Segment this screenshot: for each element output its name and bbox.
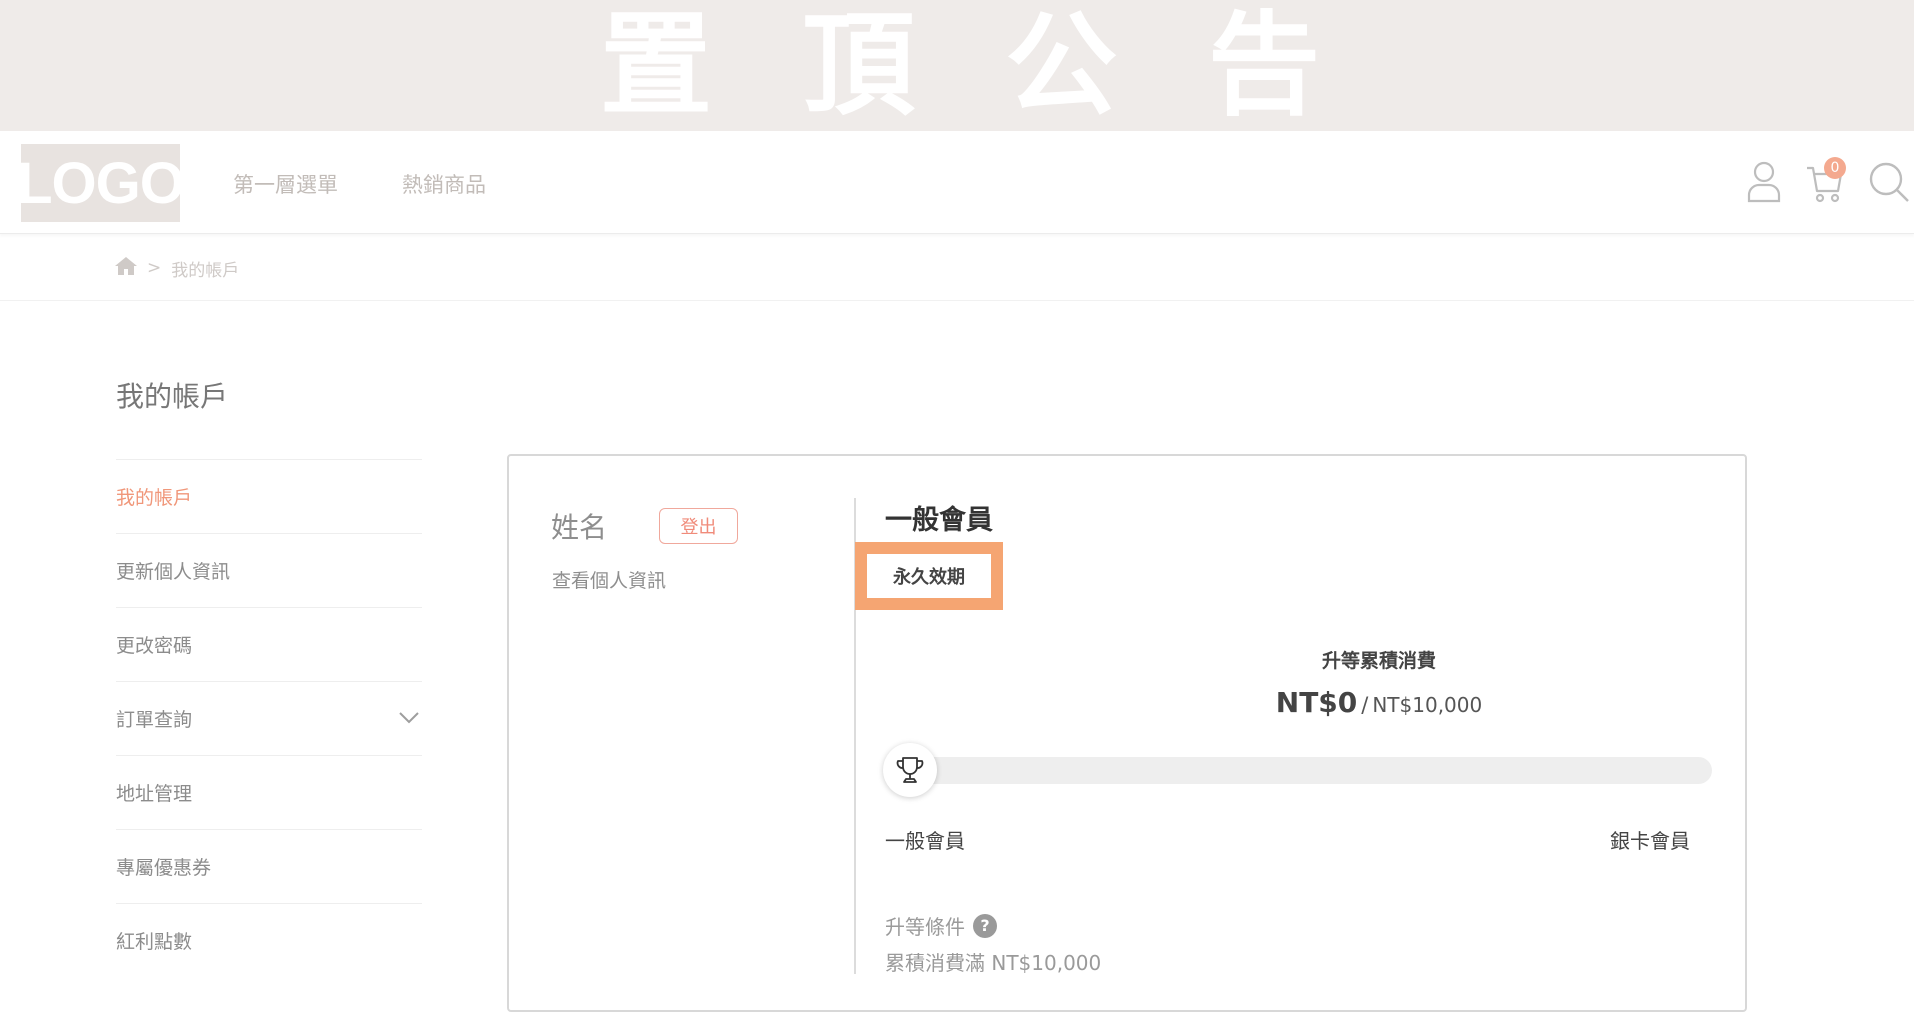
membership-card: 姓名 登出 查看個人資訊 一般會員 永久效期 升等累積消費 NT$0/NT$10… [507,454,1747,1012]
nav-item-best-sellers[interactable]: 熱銷商品 [402,169,486,199]
upgrade-spend-label: 升等累積消費 [1321,650,1436,672]
target-spend: NT$10,000 [1372,693,1483,717]
logout-button[interactable]: 登出 [659,508,738,544]
announcement-char: 置 [600,1,712,131]
breadcrumb-divider [0,300,1914,301]
chevron-down-icon[interactable] [398,708,420,730]
trophy-icon [883,743,937,797]
current-level-label: 一般會員 [885,829,965,853]
user-icon[interactable] [1747,161,1781,207]
sidebar-item-label: 我的帳戶 [116,487,193,509]
view-profile-link[interactable]: 查看個人資訊 [552,566,666,593]
sidebar-item-label: 紅利點數 [116,931,193,953]
sidebar-item-label: 更新個人資訊 [116,561,231,583]
announcement-bar: 置 頂 公 告 [0,0,1914,131]
upgrade-conditions-title: 升等條件 ? [885,911,997,940]
announcement-char: 告 [1207,1,1320,131]
account-sidebar: 我的帳戶 更新個人資訊 更改密碼 訂單查詢 地址管理 專屬優惠券 紅利點數 [116,459,422,977]
home-icon[interactable] [115,256,137,280]
membership-level-title: 一般會員 [885,505,993,536]
sidebar-title: 我的帳戶 [116,380,229,413]
cart-count-badge: 0 [1824,157,1846,179]
member-name: 姓名 [551,511,608,544]
search-icon[interactable] [1868,161,1910,207]
breadcrumb: > 我的帳戶 [115,256,240,281]
sidebar-item-label: 專屬優惠券 [116,857,212,879]
next-level-label: 銀卡會員 [1610,829,1690,853]
sidebar-item-label: 更改密碼 [116,635,193,657]
announcement-char: 公 [1005,1,1118,131]
sidebar-item-my-account[interactable]: 我的帳戶 [116,459,422,533]
breadcrumb-current: 我的帳戶 [171,260,240,281]
upgrade-conditions-label: 升等條件 [885,915,965,939]
breadcrumb-separator: > [147,258,162,278]
nav-item-first-level-menu[interactable]: 第一層選單 [233,169,338,199]
help-icon[interactable]: ? [973,913,997,938]
validity-badge: 永久效期 [867,554,991,598]
sidebar-item-bonus-points[interactable]: 紅利點數 [116,903,422,977]
sidebar-item-label: 地址管理 [116,783,193,805]
sidebar-item-order-inquiry[interactable]: 訂單查詢 [116,681,422,755]
announcement-text: 置 頂 公 告 [600,6,1320,126]
current-spend: NT$0 [1275,686,1358,719]
sidebar-item-exclusive-coupons[interactable]: 專屬優惠券 [116,829,422,903]
sidebar-item-update-profile[interactable]: 更新個人資訊 [116,533,422,607]
sidebar-item-change-password[interactable]: 更改密碼 [116,607,422,681]
validity-highlight: 永久效期 [855,542,1003,610]
announcement-char: 頂 [802,1,915,131]
upgrade-progress-bar [884,757,1712,784]
site-logo[interactable]: LOGO [17,144,185,222]
site-header: LOGO 第一層選單 熱銷商品 0 [0,131,1914,234]
spend-amount: NT$0/NT$10,000 [1109,686,1649,719]
sidebar-item-label: 訂單查詢 [116,709,193,731]
sidebar-item-address-management[interactable]: 地址管理 [116,755,422,829]
upgrade-conditions-description: 累積消費滿 NT$10,000 [885,951,1102,975]
amount-separator: / [1361,693,1369,717]
